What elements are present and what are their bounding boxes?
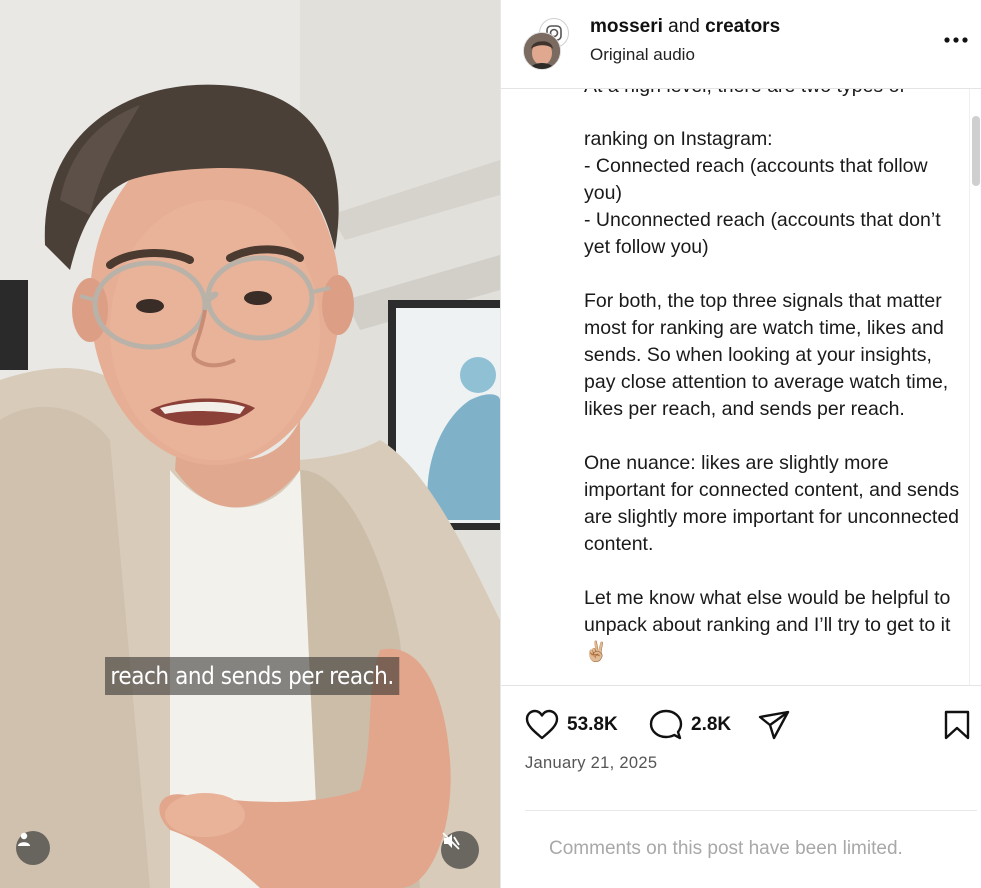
- save-button[interactable]: [943, 708, 971, 742]
- collaborator-link[interactable]: creators: [705, 16, 780, 37]
- comment-icon: [649, 709, 683, 740]
- avatar-image: [524, 33, 560, 69]
- caption-area[interactable]: At a high level, there are two types of …: [501, 75, 981, 685]
- post-panel: mosseri and creators Original audio At a…: [500, 0, 981, 888]
- share-icon: [758, 710, 790, 740]
- like-button[interactable]: 53.8K: [525, 708, 618, 742]
- like-count[interactable]: 53.8K: [567, 714, 618, 736]
- tagged-users-button[interactable]: [16, 831, 50, 865]
- reel-video[interactable]: reach and sends per reach.: [0, 0, 500, 888]
- comment-count[interactable]: 2.8K: [691, 714, 731, 736]
- audio-link[interactable]: Original audio: [590, 45, 695, 65]
- avatar[interactable]: [523, 32, 561, 70]
- post-header: mosseri and creators Original audio: [501, 0, 981, 89]
- post-actions: 53.8K 2.8K January 21, 2025: [501, 685, 981, 811]
- post-date[interactable]: January 21, 2025: [525, 754, 657, 773]
- video-frame: [0, 0, 500, 888]
- caption-text: ranking on Instagram: - Connected reach …: [584, 128, 960, 663]
- person-icon: [18, 832, 30, 846]
- video-subtitle: reach and sends per reach.: [105, 657, 400, 695]
- collab-avatars[interactable]: [523, 18, 579, 78]
- share-button[interactable]: [757, 708, 791, 742]
- comment-button[interactable]: 2.8K: [649, 708, 731, 742]
- heart-icon: [525, 709, 559, 740]
- mute-toggle-button[interactable]: [441, 831, 479, 869]
- post-authors: mosseri and creators: [590, 16, 780, 38]
- comments-limited-notice: Comments on this post have been limited.: [549, 838, 903, 859]
- more-horizontal-icon: [944, 37, 968, 43]
- more-options-button[interactable]: [942, 28, 970, 52]
- bookmark-icon: [944, 710, 970, 740]
- scrollbar-thumb[interactable]: [972, 116, 980, 186]
- and-text: and: [662, 16, 706, 37]
- caption-scrollbar[interactable]: [969, 88, 981, 685]
- comments-divider: [525, 810, 977, 811]
- speaker-muted-icon: [442, 832, 460, 850]
- username-link[interactable]: mosseri: [590, 16, 663, 37]
